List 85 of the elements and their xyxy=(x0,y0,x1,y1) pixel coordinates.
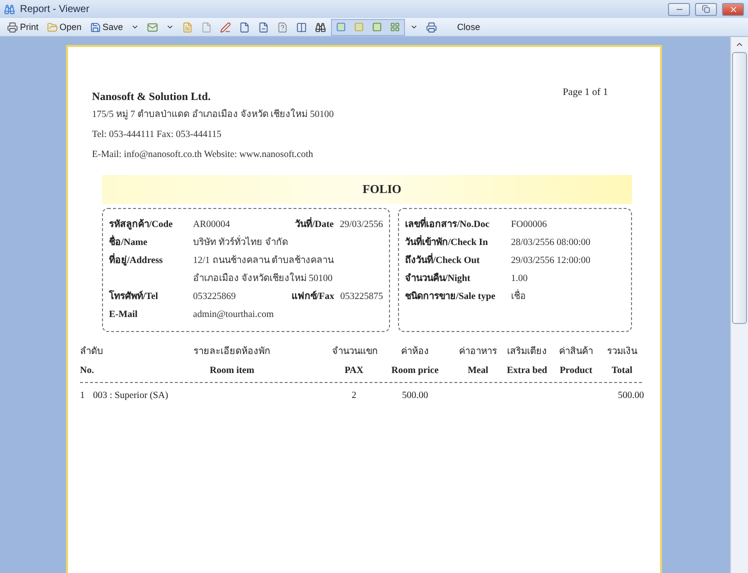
close-report-button[interactable]: Close xyxy=(454,19,484,35)
field-label: แฟกซ์/Fax xyxy=(291,290,334,304)
column-header: ค่าสินค้า xyxy=(558,345,594,360)
page-number: Page 1 of 1 xyxy=(562,87,608,100)
field-value: 29/03/2556 12:00:00 xyxy=(511,254,592,268)
column-header: PAX xyxy=(344,365,364,378)
close-icon xyxy=(728,4,738,14)
minimize-button[interactable] xyxy=(668,2,690,16)
column-header: ลำดับ xyxy=(80,345,104,360)
field-label: ถึงวันที่/Check Out xyxy=(405,254,505,269)
page-view-icon xyxy=(336,22,346,32)
field-value: 12/1 ถนนช้างคลาน ตำบลช้างคลาน xyxy=(193,254,335,268)
page-icon xyxy=(277,22,288,32)
table-cell-text: 500.00 xyxy=(400,390,430,403)
caret-icon xyxy=(131,23,140,31)
field-value: AR00004 xyxy=(193,218,231,232)
field-value: อำเภอเมือง จังหวัดเชียงใหม่ 50100 xyxy=(193,272,334,286)
column-header: ค่าห้อง xyxy=(400,345,430,360)
field-value: 053225869 xyxy=(193,290,237,304)
field-value: 29/03/2556 xyxy=(340,218,383,232)
column-header: Room price xyxy=(390,365,440,378)
table-cell-text: 003 : Superior (SA) xyxy=(93,390,170,403)
column-header: Room item xyxy=(208,365,256,378)
column-header: เสริมเตียง xyxy=(506,345,548,360)
field-label: เลขที่เอกสาร/No.Doc xyxy=(405,218,505,233)
company-phone: Tel: 053-444111 Fax: 053-444115 xyxy=(92,129,222,142)
caret-icon xyxy=(410,23,418,31)
field-label: รหัสลูกค้า/Code xyxy=(109,218,174,232)
save-icon xyxy=(90,22,101,32)
column-header: Total xyxy=(610,365,634,378)
column-header: ค่าอาหาร xyxy=(458,346,498,360)
field-label: จำนวนคืน/Night xyxy=(405,272,472,286)
column-header: รวมเงิน xyxy=(606,346,638,360)
field-value: เชื่อ xyxy=(511,290,613,305)
company-name: Nanosoft & Solution Ltd. xyxy=(92,91,212,103)
page-icon xyxy=(239,22,250,32)
scroll-thumb[interactable] xyxy=(732,52,747,324)
caret-icon xyxy=(166,23,174,31)
field-label: วันที่เข้าพัก/Check In xyxy=(405,236,505,251)
scroll-up-icon[interactable] xyxy=(735,40,744,49)
report-title: FOLIO xyxy=(362,182,402,197)
table-cell-text: 500.00 xyxy=(616,390,644,403)
printer-icon xyxy=(7,22,18,32)
column-header: Extra bed xyxy=(506,365,548,378)
toolbar-button[interactable]: Save xyxy=(86,19,126,35)
page-view-icon xyxy=(372,22,382,32)
close-button[interactable] xyxy=(722,2,744,16)
window-title: Report - Viewer xyxy=(20,4,90,14)
column-header: No. xyxy=(80,365,95,378)
page-icon xyxy=(182,22,194,32)
printer-icon xyxy=(426,22,438,32)
table-cell-text: 2 xyxy=(350,390,358,403)
field-label: โทรศัพท์/Tel xyxy=(109,290,159,304)
field-value: 28/03/2556 08:00:00 xyxy=(511,236,592,250)
restore-icon xyxy=(702,5,710,13)
columns-icon xyxy=(296,22,308,32)
pencil-icon xyxy=(220,22,232,32)
field-label: วันที่/Date xyxy=(295,218,334,233)
field-value: 1.00 xyxy=(511,272,529,286)
table-cell-text: 1 xyxy=(80,390,86,403)
column-header: จำนวนแขก xyxy=(332,345,376,360)
column-header: Meal xyxy=(466,365,490,378)
company-address: 175/5 หมู่ 7 ตำบลป่าแดด อำเภอเมือง จังหวัด เชียงใหม่ 50100 xyxy=(92,108,334,122)
page-icon xyxy=(201,22,212,32)
folder-icon xyxy=(46,22,58,32)
page-view-icon xyxy=(354,22,364,32)
field-value: FO00006 xyxy=(511,218,548,232)
field-label: ชนิดการขาย/Sale type xyxy=(405,290,496,304)
mail-icon xyxy=(147,22,158,32)
grid-icon xyxy=(390,22,400,32)
field-label: ที่อยู่/Address xyxy=(109,254,187,269)
field-value: admin@tourthai.com xyxy=(193,308,275,322)
column-header: Product xyxy=(558,365,594,378)
field-label: ชื่อ/Name xyxy=(109,236,187,251)
field-value: 053225875 xyxy=(340,290,383,304)
field-label: E-Mail xyxy=(109,308,138,322)
app-icon xyxy=(4,4,15,14)
search-icon xyxy=(315,22,326,32)
column-header: รายละเอียดห้องพัก xyxy=(192,345,272,360)
company-contact: E-Mail: info@nanosoft.co.th Website: www.nanosoft.coth xyxy=(92,149,314,162)
toolbar-button[interactable]: Open xyxy=(44,19,85,35)
toolbar-button[interactable]: Print xyxy=(4,19,42,35)
field-value: บริษัท ทัวร์ทั่วไทย จำกัด xyxy=(193,236,371,251)
page-icon xyxy=(258,22,270,32)
restore-button[interactable] xyxy=(695,2,717,16)
